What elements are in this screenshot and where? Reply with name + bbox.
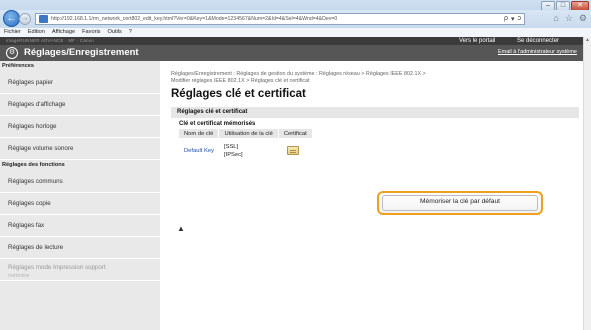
refresh-icon[interactable]: ↄ — [518, 15, 522, 23]
admin-email-link[interactable]: Email à l'administrateur système — [498, 49, 577, 55]
sidebar-item-display[interactable]: Réglages d'affichage — [0, 94, 160, 116]
table-row: Default Key [SSL] [IPSec] — [179, 138, 312, 164]
device-name: imageRUNNER ADVANCE · MF · Canon — [6, 38, 95, 43]
column-key-name: Nom de clé — [179, 129, 220, 138]
breadcrumb: Réglages/Enregistrement : Réglages de ge… — [171, 71, 579, 85]
scroll-up-icon[interactable]: ▲ — [584, 37, 591, 44]
menu-help[interactable]: ? — [129, 28, 132, 37]
address-bar[interactable]: http://192.168.1.1/rm_network_cert802_ed… — [35, 13, 525, 25]
sidebar: Préférences Réglages papier Réglages d'a… — [0, 61, 160, 330]
sidebar-heading-preferences: Préférences — [2, 63, 35, 69]
breadcrumb-line-2: Modifier réglages IEEE 802.1X > Réglages… — [171, 78, 310, 84]
browser-toolbar-icons: ⌂ ☆ ⚙ — [553, 13, 587, 24]
sidebar-item-sublabel: mémoire — [8, 273, 30, 279]
section-heading: Réglages clé et certificat — [171, 107, 579, 118]
browser-menubar: Fichier Edition Affichage Favoris Outils… — [0, 28, 591, 37]
certificate-icon[interactable] — [287, 145, 300, 155]
back-to-top-icon[interactable]: ▲ — [177, 224, 185, 233]
settings-icon: ⚙ — [6, 47, 18, 59]
sidebar-item-paper[interactable]: Réglages papier — [0, 72, 160, 94]
sidebar-heading-functions: Réglages des fonctions — [2, 162, 65, 168]
app-titlebar: ⚙ Réglages/Enregistrement Email à l'admi… — [0, 45, 583, 61]
menu-outils[interactable]: Outils — [107, 28, 121, 37]
key-usage-cell: [SSL] [IPSec] — [219, 138, 278, 164]
key-name-link[interactable]: Default Key — [184, 148, 214, 154]
address-tools: ρ ▾ ↄ — [501, 15, 524, 23]
sidebar-item-label: Réglages mode Impression support — [8, 264, 106, 271]
column-certificate: Certificat — [278, 129, 313, 138]
page-title: Réglages clé et certificat — [171, 88, 306, 100]
sidebar-item-scan[interactable]: Réglages de lecture — [0, 237, 160, 259]
key-usage-ssl: [SSL] — [223, 144, 239, 150]
back-button[interactable]: ← — [3, 10, 20, 27]
key-table: Nom de clé Utilisation de la clé Certifi… — [179, 129, 313, 164]
menu-fichier[interactable]: Fichier — [4, 28, 21, 37]
sidebar-item-common[interactable]: Réglages communs — [0, 171, 160, 193]
page-scrollbar[interactable]: ▲ — [583, 37, 591, 330]
sidebar-item-fax[interactable]: Réglages fax — [0, 215, 160, 237]
dropdown-icon[interactable]: ▾ — [511, 15, 515, 23]
forward-button[interactable]: → — [19, 13, 31, 25]
sidebar-item-copy[interactable]: Réglages copie — [0, 193, 160, 215]
menu-favoris[interactable]: Favoris — [82, 28, 100, 37]
key-usage-ipsec: [IPSec] — [223, 152, 243, 158]
app-title: Réglages/Enregistrement — [24, 47, 139, 58]
sidebar-item-volume[interactable]: Réglage volume sonore — [0, 138, 160, 160]
sidebar-item-clock[interactable]: Réglages horloge — [0, 116, 160, 138]
logout-link[interactable]: Se déconnecter — [517, 37, 559, 45]
breadcrumb-line-1: Réglages/Enregistrement : Réglages de ge… — [171, 71, 426, 77]
home-icon[interactable]: ⌂ — [553, 13, 558, 24]
table-header-row: Nom de clé Utilisation de la clé Certifi… — [179, 129, 313, 138]
app-topbar: imageRUNNER ADVANCE · MF · Canon Vers le… — [0, 37, 583, 45]
browser-navbar: ← → http://192.168.1.1/rm_network_cert80… — [0, 10, 591, 28]
menu-edition[interactable]: Edition — [28, 28, 45, 37]
sidebar-item-memory-print[interactable]: Réglages mode Impression support mémoire — [0, 259, 160, 281]
set-default-key-button[interactable]: Mémoriser la clé par défaut — [377, 191, 543, 215]
gear-icon[interactable]: ⚙ — [579, 13, 587, 24]
column-key-usage: Utilisation de la clé — [218, 129, 279, 138]
url-text[interactable]: http://192.168.1.1/rm_network_cert802_ed… — [51, 16, 501, 22]
registered-keys-label: Clé et certificat mémorisés — [179, 121, 256, 127]
favorites-icon[interactable]: ☆ — [565, 13, 573, 24]
main-content: Réglages/Enregistrement : Réglages de ge… — [171, 62, 579, 164]
menu-affichage[interactable]: Affichage — [52, 28, 75, 37]
button-frame — [382, 195, 538, 211]
portal-link[interactable]: Vers le portail — [459, 37, 495, 45]
page-icon — [39, 15, 48, 23]
search-icon[interactable]: ρ — [504, 15, 508, 23]
